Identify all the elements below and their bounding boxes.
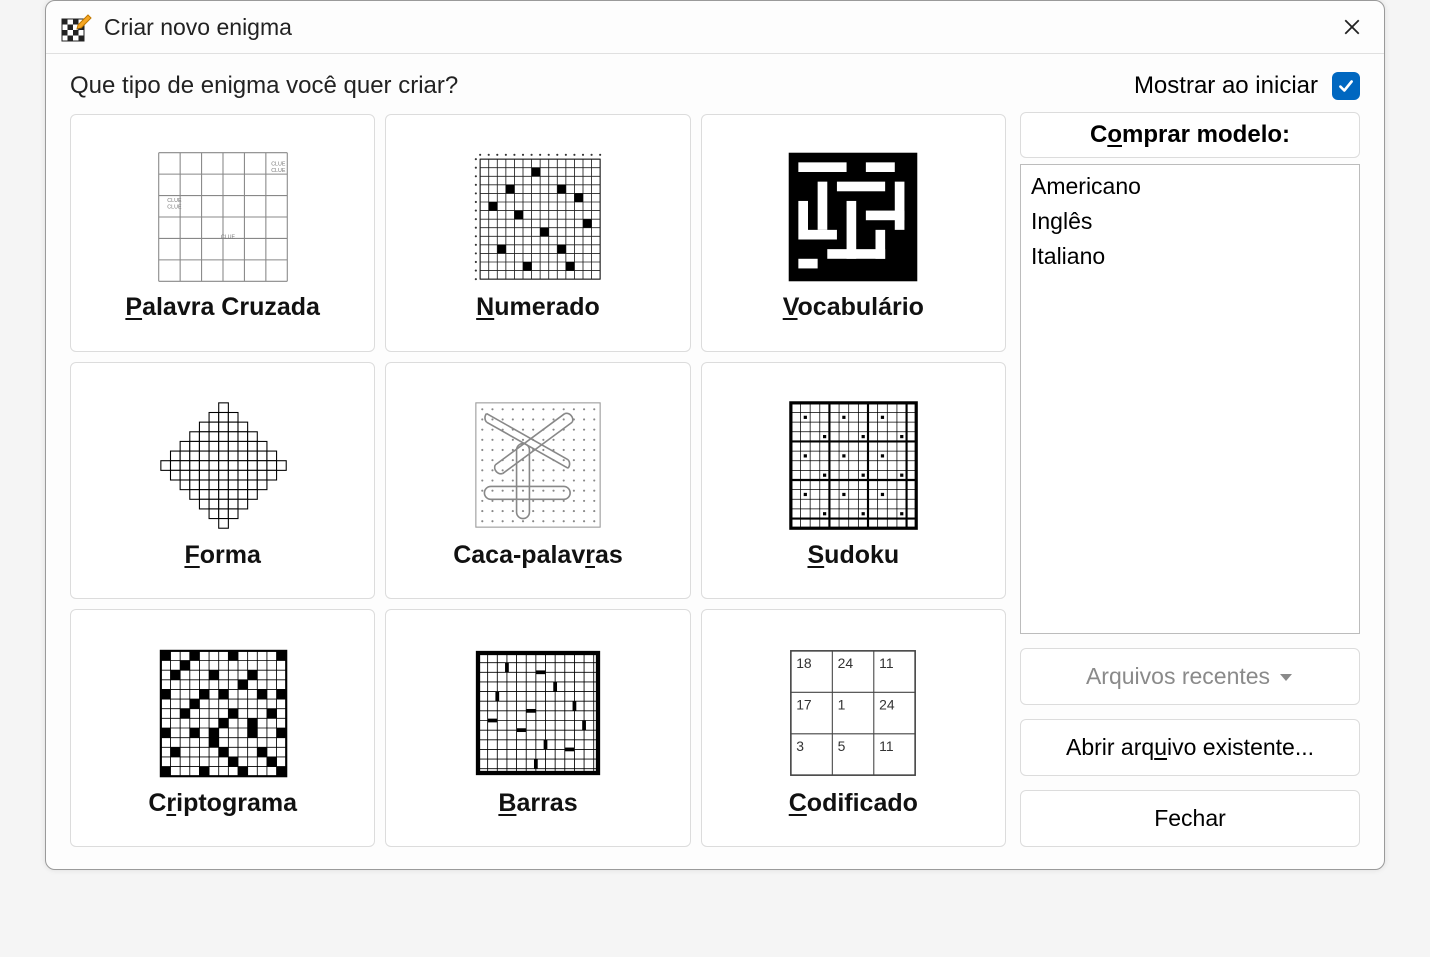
coded-thumbnail: 18 24 11 17 1 24 3 5 11 <box>778 643 928 783</box>
show-on-startup-label: Mostrar ao iniciar <box>1134 72 1318 100</box>
window-close-button[interactable] <box>1334 9 1370 45</box>
svg-text:24: 24 <box>838 655 854 671</box>
template-list-item[interactable]: Inglês <box>1021 204 1359 239</box>
vocabulary-thumbnail <box>778 147 928 287</box>
tile-label: Codificado <box>789 789 918 818</box>
template-list-item[interactable]: Americano <box>1021 169 1359 204</box>
svg-text:CLUE: CLUE <box>221 235 236 241</box>
wordsearch-thumbnail <box>463 395 613 535</box>
tile-label: Barras <box>498 789 577 818</box>
svg-text:11: 11 <box>879 738 894 754</box>
window-title: Criar novo enigma <box>104 14 1334 41</box>
svg-text:17: 17 <box>797 696 813 712</box>
recent-files-dropdown[interactable]: Arquivos recentes <box>1020 648 1360 705</box>
close-button[interactable]: Fechar <box>1020 790 1360 847</box>
svg-text:24: 24 <box>879 696 895 712</box>
close-icon <box>1343 18 1361 36</box>
numbered-thumbnail <box>463 147 613 287</box>
prompt-text: Que tipo de enigma você quer criar? <box>70 72 1006 100</box>
cryptogram-thumbnail <box>148 643 298 783</box>
tile-label: Numerado <box>476 293 600 322</box>
recent-files-label: Arquivos recentes <box>1086 663 1270 690</box>
shape-thumbnail <box>148 395 298 535</box>
svg-text:1: 1 <box>838 696 846 712</box>
tile-label: Forma <box>184 541 260 570</box>
close-button-label: Fechar <box>1154 805 1226 832</box>
new-puzzle-dialog: Criar novo enigma Que tipo de enigma voc… <box>45 0 1385 870</box>
tile-bars[interactable]: Barras <box>385 609 690 847</box>
svg-text:3: 3 <box>797 738 805 754</box>
tile-label: Criptograma <box>148 789 297 818</box>
template-listbox[interactable]: AmericanoInglêsItaliano <box>1020 164 1360 634</box>
tile-shape[interactable]: Forma <box>70 362 375 600</box>
open-existing-button[interactable]: Abrir arquivo existente... <box>1020 719 1360 776</box>
bars-thumbnail <box>463 643 613 783</box>
chevron-down-icon <box>1278 669 1294 685</box>
tile-sudoku[interactable]: Sudoku <box>701 362 1006 600</box>
show-on-startup-checkbox[interactable] <box>1332 72 1360 100</box>
app-icon <box>60 11 92 43</box>
tile-wordsearch[interactable]: Caca-palavras <box>385 362 690 600</box>
svg-text:5: 5 <box>838 738 846 754</box>
svg-text:CLUE: CLUE <box>167 198 182 204</box>
svg-text:11: 11 <box>879 655 894 671</box>
svg-text:18: 18 <box>797 655 813 671</box>
sudoku-thumbnail <box>778 395 928 535</box>
tile-label: Vocabulário <box>783 293 924 322</box>
crossword-thumbnail: CLUECLUECLUECLUECLUE <box>148 147 298 287</box>
template-list-item[interactable]: Italiano <box>1021 239 1359 274</box>
svg-text:CLUE: CLUE <box>271 162 286 168</box>
tile-crossword[interactable]: CLUECLUECLUECLUECLUEPalavra Cruzada <box>70 114 375 352</box>
svg-text:CLUE: CLUE <box>167 205 182 211</box>
check-icon <box>1337 77 1355 95</box>
svg-text:CLUE: CLUE <box>271 168 286 174</box>
tile-label: Palavra Cruzada <box>125 293 320 322</box>
tile-vocabulary[interactable]: Vocabulário <box>701 114 1006 352</box>
titlebar: Criar novo enigma <box>46 1 1384 54</box>
puzzle-type-grid: CLUECLUECLUECLUECLUEPalavra CruzadaNumer… <box>70 114 1006 847</box>
tile-cryptogram[interactable]: Criptograma <box>70 609 375 847</box>
tile-label: Caca-palavras <box>453 541 623 570</box>
tile-label: Sudoku <box>807 541 899 570</box>
tile-numbered[interactable]: Numerado <box>385 114 690 352</box>
tile-coded[interactable]: 18 24 11 17 1 24 3 5 11 Codificado <box>701 609 1006 847</box>
open-existing-label: Abrir arquivo existente... <box>1066 734 1314 761</box>
buy-template-header: Comprar modelo: <box>1020 112 1360 158</box>
